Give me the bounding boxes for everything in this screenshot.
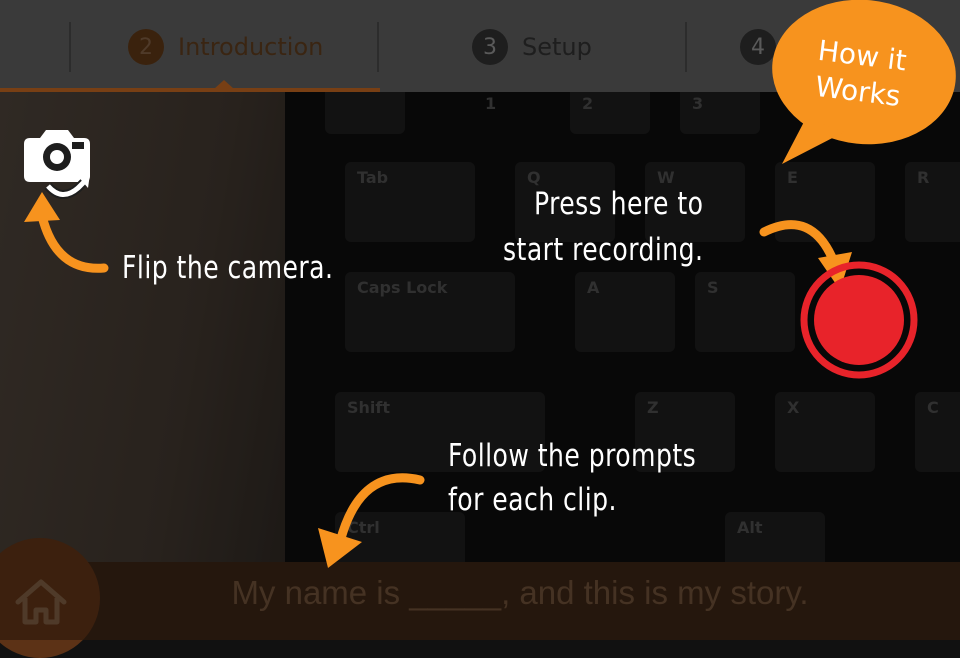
coach-prompts-line2: for each clip. (448, 482, 617, 518)
coach-record-line1: Press here to (534, 186, 704, 222)
coach-record-line2: start recording. (503, 232, 704, 268)
record-button[interactable] (798, 259, 920, 381)
arrow-flip-camera (24, 192, 109, 273)
arrow-prompts (318, 473, 425, 568)
how-it-works-label[interactable]: How it Works (796, 31, 924, 117)
coach-prompts-line1: Follow the prompts (448, 438, 697, 474)
coach-flip-camera: Flip the camera. (122, 250, 334, 286)
